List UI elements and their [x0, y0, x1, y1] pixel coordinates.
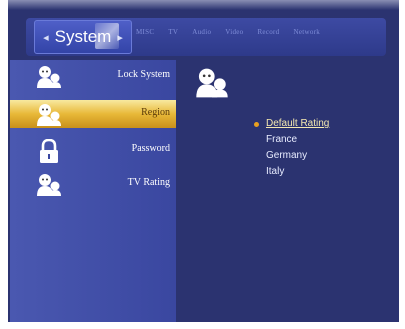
sidebar-item-label: Password: [131, 143, 170, 154]
tab-misc[interactable]: MISC: [136, 28, 154, 42]
tab-system[interactable]: ◂ System ▸: [34, 20, 132, 54]
user-face-icon: [37, 174, 61, 196]
tab-list: MISC TV Audio Video Record Network: [136, 28, 320, 42]
sidebar-item-tv-rating[interactable]: TV Rating: [10, 170, 176, 198]
user-face-icon: [196, 68, 228, 98]
sidebar-item-password[interactable]: Password: [10, 136, 176, 164]
padlock-icon: [40, 139, 58, 163]
option-france[interactable]: France: [266, 132, 329, 148]
user-face-icon: [37, 66, 61, 88]
left-arrow-icon[interactable]: ◂: [43, 31, 49, 44]
region-options-list: Default Rating France Germany Italy: [254, 116, 329, 180]
option-default-rating[interactable]: Default Rating: [266, 116, 329, 132]
tab-video[interactable]: Video: [225, 28, 243, 42]
sidebar-item-region[interactable]: Region: [10, 100, 176, 128]
option-germany[interactable]: Germany: [266, 148, 329, 164]
sidebar-item-label: TV Rating: [127, 177, 170, 188]
user-face-icon: [37, 104, 61, 126]
tab-tv[interactable]: TV: [168, 28, 178, 42]
tab-record[interactable]: Record: [257, 28, 279, 42]
option-italy[interactable]: Italy: [266, 164, 329, 180]
selected-bullet-icon: [254, 122, 259, 127]
sidebar-item-label: Region: [141, 107, 170, 118]
tab-network[interactable]: Network: [293, 28, 320, 42]
sidebar: Lock System Region Password TV Rating: [10, 60, 176, 322]
top-fade: [8, 0, 399, 10]
tab-audio[interactable]: Audio: [192, 28, 211, 42]
tab-system-label: System: [54, 27, 112, 46]
tv-menu-screen: ◂ System ▸ MISC TV Audio Video Record Ne…: [8, 0, 399, 322]
sidebar-item-label: Lock System: [117, 69, 171, 80]
sidebar-item-lock-system[interactable]: Lock System: [10, 62, 176, 90]
